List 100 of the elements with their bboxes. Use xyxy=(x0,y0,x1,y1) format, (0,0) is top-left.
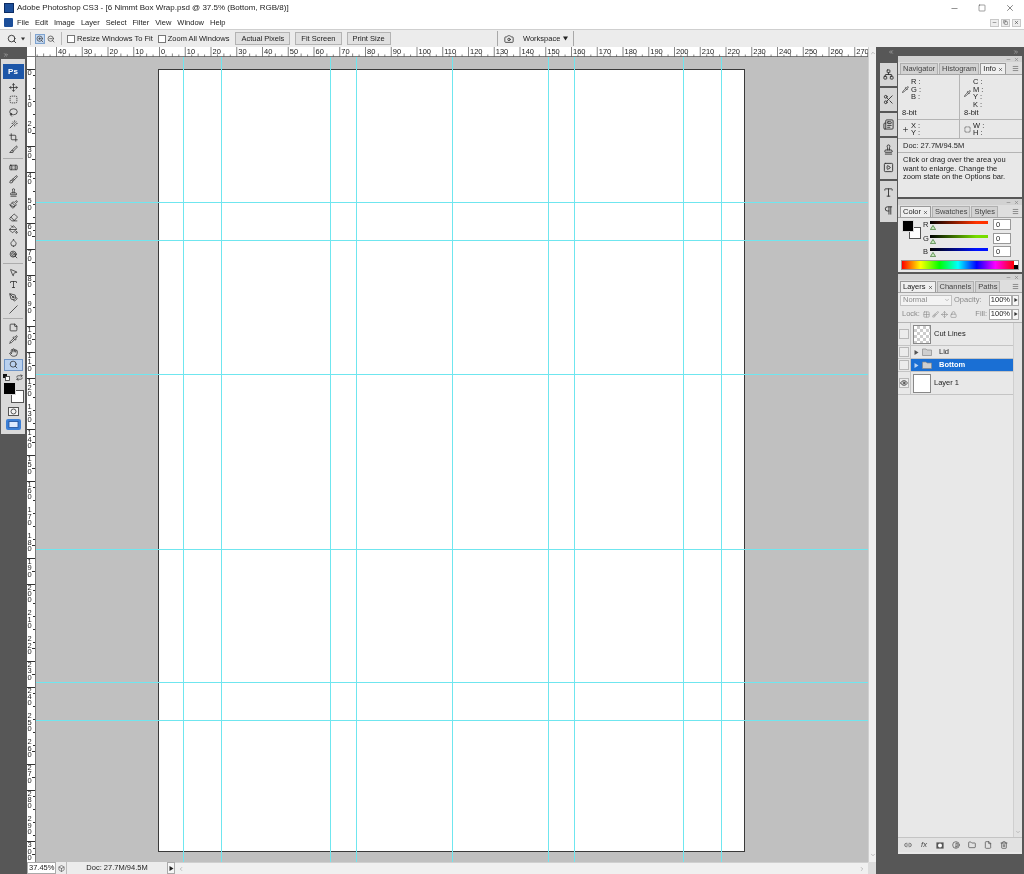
close-icon xyxy=(922,209,928,215)
zoom-out-icon xyxy=(47,34,55,43)
zoom-in-icon xyxy=(36,34,44,43)
stamp-icon xyxy=(8,187,18,197)
play-icon[interactable] xyxy=(883,162,894,173)
scrollbar-corner xyxy=(868,862,876,874)
camera-button[interactable] xyxy=(502,32,515,45)
panel-menu-icon[interactable] xyxy=(1012,283,1019,290)
newspaper-icon[interactable] xyxy=(883,119,894,130)
scroll-down-icon xyxy=(869,852,876,858)
close-icon xyxy=(1005,3,1015,13)
move-icon[interactable] xyxy=(940,310,948,318)
hand-icon xyxy=(8,347,18,357)
pointer-icon xyxy=(8,267,18,277)
droplet-icon xyxy=(8,237,18,247)
bandage-icon xyxy=(8,162,18,172)
type-icon[interactable] xyxy=(883,187,894,198)
status-menu-button[interactable] xyxy=(167,862,175,874)
expand-triangle-icon[interactable] xyxy=(914,349,919,355)
scroll-left-icon xyxy=(178,865,184,872)
close-icon xyxy=(927,284,933,290)
visibility-toggle[interactable] xyxy=(899,360,909,370)
expand-triangle-icon[interactable] xyxy=(914,362,919,368)
dashed-square-icon xyxy=(964,125,971,133)
magnifier-icon xyxy=(8,360,18,370)
eraser-icon xyxy=(8,212,18,222)
knife-icon xyxy=(8,145,18,155)
overlapping-squares-icon[interactable] xyxy=(3,373,10,381)
type-icon xyxy=(8,280,18,290)
camera-icon xyxy=(503,33,514,44)
monitor-icon[interactable] xyxy=(5,419,21,430)
visibility-toggle[interactable] xyxy=(899,378,909,388)
eyedropper-icon xyxy=(902,85,909,93)
cube-icon xyxy=(57,864,65,872)
panel-menu-icon[interactable] xyxy=(1012,208,1019,215)
color-swatches-icon[interactable] xyxy=(3,382,24,403)
opacity-slider-button[interactable] xyxy=(1012,294,1019,306)
caret-icon xyxy=(563,36,569,41)
slider-thumb[interactable] xyxy=(930,225,936,231)
wand-icon xyxy=(8,120,18,130)
magnifier-icon xyxy=(7,33,17,44)
caret-icon xyxy=(21,36,25,41)
slider-track[interactable] xyxy=(930,248,988,258)
document-icon xyxy=(4,18,13,27)
eyedropper-icon xyxy=(964,89,971,97)
caret-icon xyxy=(168,865,174,871)
minimize-icon xyxy=(992,20,997,25)
scroll-right-icon xyxy=(859,865,865,872)
scroll-up-icon xyxy=(869,50,876,56)
document-restore-button[interactable] xyxy=(1001,18,1010,27)
network-icon[interactable] xyxy=(883,69,894,80)
close-icon xyxy=(1014,20,1019,25)
scroll-down-icon xyxy=(1015,829,1021,835)
checkbox[interactable] xyxy=(157,34,166,43)
page-icon xyxy=(984,841,992,849)
horizontal-scrollbar[interactable] xyxy=(175,862,868,874)
crop-icon xyxy=(8,132,18,142)
status-icon-button[interactable] xyxy=(56,862,67,874)
panel-menu-icon[interactable] xyxy=(1012,65,1019,72)
visibility-toggle[interactable] xyxy=(899,329,909,339)
expand-icon[interactable] xyxy=(3,52,9,58)
zoom-mode-button[interactable] xyxy=(46,33,56,44)
visibility-toggle[interactable] xyxy=(899,347,909,357)
eyedropper-icon xyxy=(8,335,18,345)
swap-icon[interactable] xyxy=(16,373,23,381)
paintbrush-icon xyxy=(8,200,18,210)
layers-scrollbar[interactable] xyxy=(1013,323,1022,837)
brush-icon xyxy=(8,175,18,185)
pilcrow-icon[interactable] xyxy=(883,205,894,216)
paint-bucket-icon xyxy=(8,225,18,235)
document-close-button[interactable] xyxy=(1012,18,1021,27)
tool-button[interactable] xyxy=(3,358,23,371)
trash-icon xyxy=(1000,841,1008,849)
note-icon xyxy=(8,322,18,332)
chevron-down-icon xyxy=(944,297,950,303)
scissors-icon[interactable] xyxy=(883,94,894,105)
maximize-icon xyxy=(978,4,986,12)
eye-icon xyxy=(900,379,908,387)
zoom-mode-button[interactable] xyxy=(35,33,45,44)
checkbox[interactable] xyxy=(67,34,75,43)
app-icon xyxy=(4,3,14,13)
slider-thumb[interactable] xyxy=(930,252,936,258)
restore-icon xyxy=(1003,20,1008,25)
grid-icon[interactable] xyxy=(922,310,930,318)
app-logo: Ps xyxy=(2,64,24,79)
vertical-scrollbar[interactable] xyxy=(868,47,876,862)
move-icon xyxy=(8,82,18,92)
slider-thumb[interactable] xyxy=(930,238,936,244)
lasso-icon xyxy=(8,107,18,117)
fill-slider-button[interactable] xyxy=(1012,308,1019,320)
folder-icon xyxy=(968,841,976,849)
document-minimize-button[interactable] xyxy=(990,18,999,27)
dashed-square-icon xyxy=(8,95,18,105)
expand-icon[interactable] xyxy=(888,48,894,55)
circle-in-square-icon[interactable] xyxy=(7,407,19,416)
color-swatches-icon[interactable] xyxy=(902,220,921,239)
link-icon xyxy=(904,841,912,849)
pen-icon xyxy=(8,292,18,302)
window-title: Adobe Photoshop CS3 - [6 Nimmt Box Wrap.psd @ 37.5% (Bottom, RGB/8)] xyxy=(17,4,289,12)
stamp-icon[interactable] xyxy=(883,144,894,155)
